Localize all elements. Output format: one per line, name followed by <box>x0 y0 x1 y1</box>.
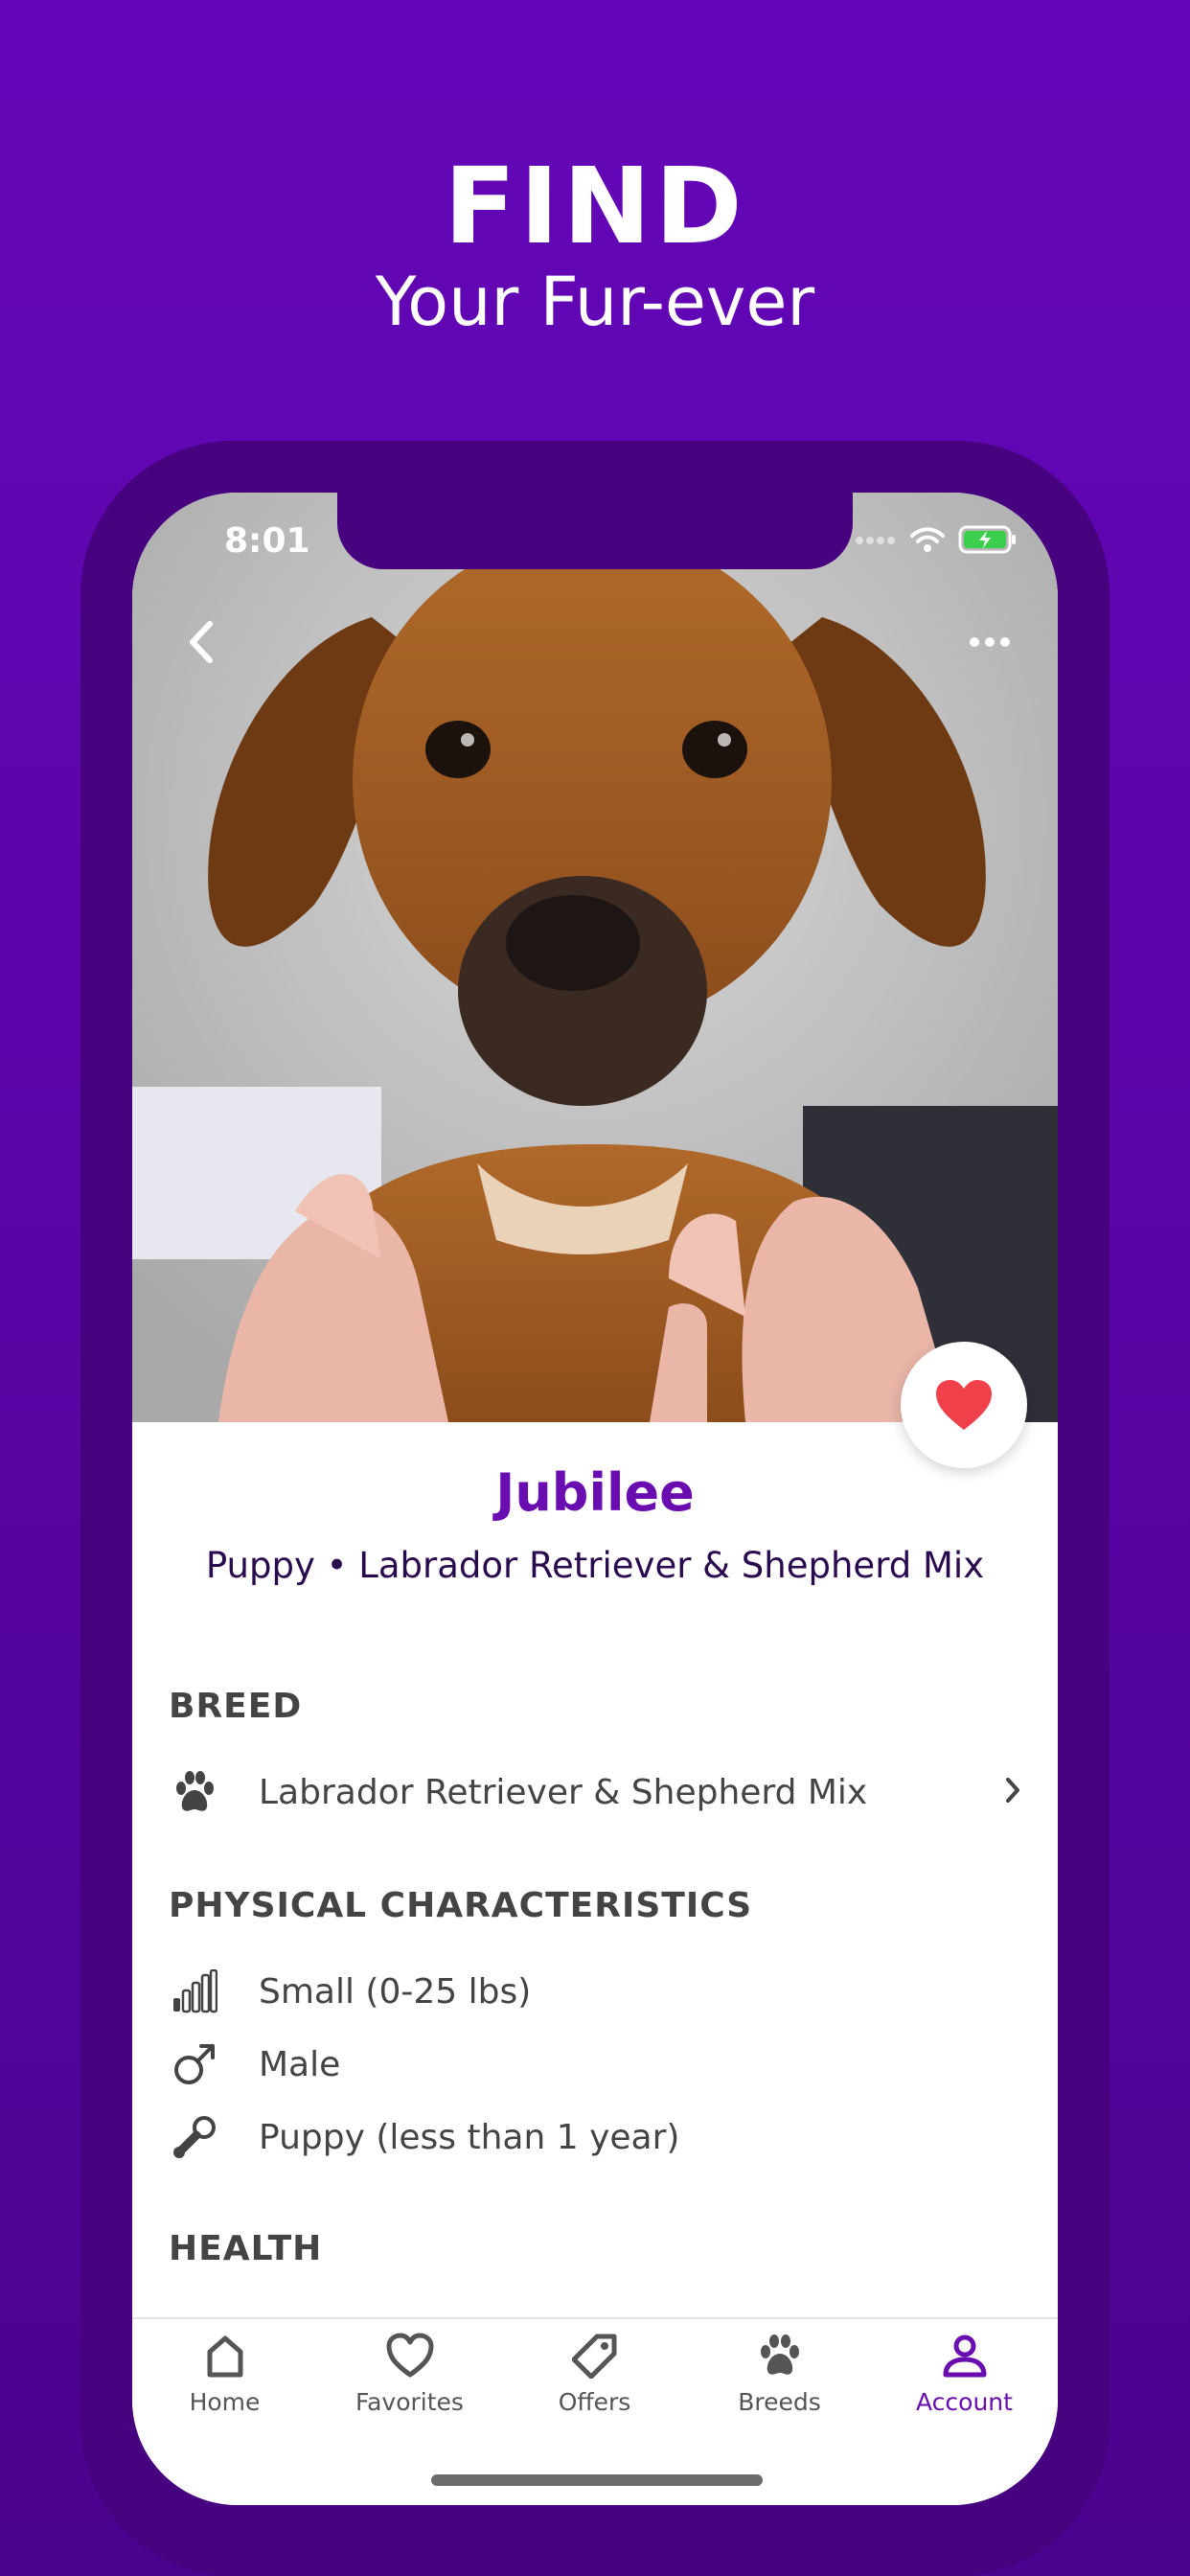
tab-breeds[interactable]: Breeds <box>687 2333 872 2416</box>
sex-row: Male <box>169 2036 1021 2093</box>
heart-icon <box>386 2333 433 2378</box>
person-icon <box>943 2334 986 2378</box>
paw-icon <box>760 2334 799 2375</box>
pet-photo <box>132 493 1058 1422</box>
dog-photo-illustration <box>132 493 1058 1422</box>
tab-breeds-label: Breeds <box>738 2388 821 2416</box>
breed-row[interactable]: Labrador Retriever & Shepherd Mix <box>169 1763 1021 1821</box>
wifi-icon <box>910 526 945 557</box>
pet-summary: Puppy • Labrador Retriever & Shepherd Mi… <box>205 1545 985 1586</box>
section-title-physical: PHYSICAL CHARACTERISTICS <box>169 1886 753 1925</box>
pet-name: Jubilee <box>495 1462 695 1523</box>
tab-home-label: Home <box>189 2388 261 2416</box>
size-value: Small (0-25 lbs) <box>259 1971 532 2012</box>
tag-icon <box>571 2334 616 2379</box>
chevron-left-icon <box>190 621 213 663</box>
status-icons <box>855 525 1018 558</box>
male-symbol-icon <box>169 2038 220 2090</box>
heart-filled-icon <box>936 1380 992 1430</box>
age-row: Puppy (less than 1 year) <box>169 2108 1021 2166</box>
app-screen: 8:01 Jubilee Puppy • Labrador Retriever … <box>132 493 1058 2505</box>
back-button[interactable] <box>172 613 230 671</box>
chevron-right-icon <box>1004 1777 1021 1807</box>
size-bars-icon <box>169 1966 220 2017</box>
signal-icon <box>855 533 897 551</box>
ellipsis-icon <box>970 637 1010 647</box>
phone-notch <box>337 493 853 569</box>
tab-account[interactable]: Account <box>872 2333 1057 2416</box>
home-icon <box>207 2335 242 2378</box>
tab-home[interactable]: Home <box>132 2333 317 2416</box>
tab-account-label: Account <box>916 2388 1013 2416</box>
promo-subheadline: Your Fur-ever <box>375 263 815 341</box>
section-title-health: HEALTH <box>169 2229 323 2268</box>
status-time: 8:01 <box>224 521 310 561</box>
size-row: Small (0-25 lbs) <box>169 1963 1021 2020</box>
tab-favorites-label: Favorites <box>355 2388 464 2416</box>
battery-charging-icon <box>958 525 1018 558</box>
section-title-breed: BREED <box>169 1687 303 1726</box>
promo-headline: FIND <box>444 145 746 267</box>
tab-offers[interactable]: Offers <box>502 2333 687 2416</box>
favorite-button[interactable] <box>901 1342 1027 1468</box>
home-indicator[interactable] <box>431 2474 763 2486</box>
age-value: Puppy (less than 1 year) <box>259 2117 680 2157</box>
breed-value: Labrador Retriever & Shepherd Mix <box>259 1772 868 1812</box>
tab-favorites[interactable]: Favorites <box>317 2333 502 2416</box>
paw-icon <box>169 1766 220 1818</box>
more-options-button[interactable] <box>956 613 1023 671</box>
pacifier-icon <box>169 2111 220 2163</box>
sex-value: Male <box>259 2044 341 2084</box>
tab-offers-label: Offers <box>558 2388 631 2416</box>
